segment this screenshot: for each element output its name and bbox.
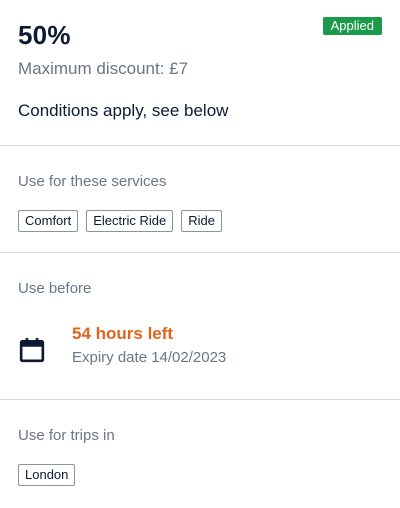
offer-header: 50% Applied Maximum discount: £7 Conditi… xyxy=(0,0,400,145)
trips-section: Use for trips in London xyxy=(0,400,400,486)
expiry-row: 54 hours left Expiry date 14/02/2023 xyxy=(18,323,382,368)
service-tag-ride: Ride xyxy=(181,210,222,232)
service-tag-comfort: Comfort xyxy=(18,210,79,232)
trips-title: Use for trips in xyxy=(18,427,115,444)
service-tag-electric-ride: Electric Ride xyxy=(86,210,174,232)
status-badge: Applied xyxy=(322,17,382,35)
use-before-title: Use before xyxy=(18,280,92,297)
services-section: Use for these services Comfort Electric … xyxy=(0,146,400,252)
calendar-icon xyxy=(19,338,45,363)
expiry-date: Expiry date 14/02/2023 xyxy=(72,349,227,366)
services-tags: Comfort Electric Ride Ride xyxy=(18,210,382,232)
max-discount: Maximum discount: £7 xyxy=(18,59,189,78)
use-before-section: Use before 54 hours left Expiry date 14/… xyxy=(0,253,400,399)
services-title: Use for these services xyxy=(18,173,167,190)
trip-tag-london: London xyxy=(18,464,76,486)
offer-details: 50% Applied Maximum discount: £7 Conditi… xyxy=(0,0,400,508)
conditions-note: Conditions apply, see below xyxy=(18,101,229,120)
expiry-text: 54 hours left Expiry date 14/02/2023 xyxy=(72,323,226,368)
time-left: 54 hours left xyxy=(72,324,174,343)
trips-tags: London xyxy=(18,464,382,486)
